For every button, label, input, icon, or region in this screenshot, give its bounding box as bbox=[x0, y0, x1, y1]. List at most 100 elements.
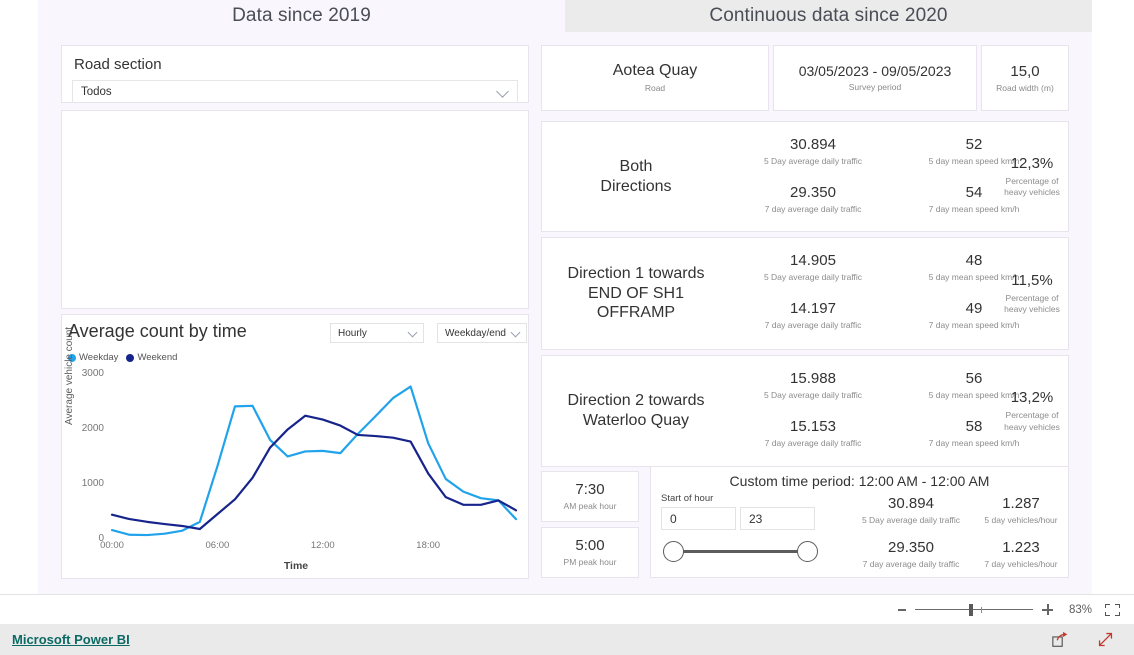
granularity-dropdown[interactable]: Hourly bbox=[330, 323, 424, 343]
metric-7day-adt: 15.153 7 day average daily traffic bbox=[720, 418, 906, 448]
metric-label: 5 Day average daily traffic bbox=[763, 390, 863, 400]
x-axis-tick: 18:00 bbox=[416, 540, 441, 551]
direction-card-2[interactable]: Direction 2 towards Waterloo Quay 15.988 … bbox=[541, 355, 1069, 467]
fit-to-page-icon[interactable] bbox=[1105, 603, 1120, 616]
metric-label: 5 Day average daily traffic bbox=[763, 156, 863, 166]
road-section-slicer: Road section Todos bbox=[61, 45, 529, 103]
peak-hour-label: PM peak hour bbox=[563, 557, 617, 568]
custom-time-period-card: Custom time period: 12:00 AM - 12:00 AM … bbox=[650, 466, 1069, 578]
heavy-pct-value: 12,3% bbox=[1010, 154, 1054, 172]
metric-7day-adt: 14.197 7 day average daily traffic bbox=[720, 300, 906, 330]
heavy-pct-label: Percentage of heavy vehicles bbox=[1004, 410, 1060, 432]
x-axis-label: Time bbox=[283, 560, 309, 572]
plus-icon[interactable] bbox=[1042, 604, 1053, 615]
slicer-title: Road section bbox=[74, 56, 162, 73]
minus-icon[interactable] bbox=[898, 608, 906, 611]
road-section-dropdown[interactable]: Todos bbox=[72, 80, 518, 103]
info-card-label: Road width (m) bbox=[996, 82, 1054, 93]
metric-7day-adt: 29.350 7 day average daily traffic bbox=[720, 184, 906, 214]
peak-hour-card-am[interactable]: 7:30 AM peak hour bbox=[541, 471, 639, 522]
map-visual-placeholder[interactable] bbox=[61, 110, 529, 309]
custom-metric-7day-vph: 1.223 7 day vehicles/hour bbox=[971, 539, 1071, 569]
report-footer: Microsoft Power BI bbox=[0, 624, 1134, 655]
peak-hour-label: AM peak hour bbox=[563, 501, 617, 512]
info-card-survey-period[interactable]: 03/05/2023 - 09/05/2023 Survey period bbox=[773, 45, 977, 111]
fullscreen-icon[interactable] bbox=[1097, 631, 1114, 648]
custom-period-title: Custom time period: 12:00 AM - 12:00 AM bbox=[729, 473, 990, 489]
heavy-vehicle-percentage: 11,5% Percentage of heavy vehicles bbox=[994, 238, 1070, 349]
info-card-value: Aotea Quay bbox=[612, 61, 698, 79]
tab-label-right: Continuous data since 2020 bbox=[709, 5, 948, 26]
metric-value: 14.905 bbox=[790, 252, 836, 269]
info-card-label: Road bbox=[644, 83, 666, 94]
tab-continuous-data-since-2020[interactable]: Continuous data since 2020 bbox=[565, 0, 1092, 32]
zoom-slider[interactable] bbox=[915, 603, 1033, 616]
heavy-pct-label: Percentage of heavy vehicles bbox=[1004, 292, 1060, 314]
heavy-pct-value: 13,2% bbox=[1010, 389, 1054, 407]
power-bi-report: Data since 2019 Continuous data since 20… bbox=[0, 0, 1134, 655]
chart-plot-area: Average vehicle count 0 1000 2000 3000 00:0… bbox=[62, 327, 530, 580]
direction-name: Both Directions bbox=[600, 157, 672, 195]
metric-label: 7 day average daily traffic bbox=[862, 559, 960, 569]
metric-value: 30.894 bbox=[888, 495, 934, 512]
info-card-label: Survey period bbox=[848, 82, 902, 93]
info-card-road[interactable]: Aotea Quay Road bbox=[541, 45, 769, 111]
legend-swatch-weekend bbox=[126, 353, 135, 362]
legend-label-weekend: Weekend bbox=[137, 352, 178, 363]
peak-hour-value: 5:00 bbox=[575, 537, 605, 555]
direction-name: Direction 2 towards Waterloo Quay bbox=[567, 392, 705, 429]
daytype-value: Weekday/end bbox=[445, 327, 506, 339]
zoom-slider-thumb[interactable] bbox=[969, 603, 973, 616]
chevron-down-icon bbox=[498, 86, 509, 97]
y-axis-tick: 1000 bbox=[81, 478, 104, 489]
metric-5day-adt: 14.905 5 Day average daily traffic bbox=[720, 252, 906, 282]
metric-label: 7 day average daily traffic bbox=[764, 438, 862, 448]
custom-metric-5day-vph: 1.287 5 day vehicles/hour bbox=[971, 495, 1071, 525]
metric-5day-adt: 30.894 5 Day average daily traffic bbox=[720, 136, 906, 166]
footer-actions bbox=[1052, 631, 1114, 648]
direction-card-both[interactable]: Both Directions 30.894 5 Day average dail… bbox=[541, 121, 1069, 232]
info-card-road-width[interactable]: 15,0 Road width (m) bbox=[981, 45, 1069, 111]
metric-value: 14.197 bbox=[790, 300, 836, 317]
metric-label: 7 day vehicles/hour bbox=[984, 559, 1058, 569]
y-axis-tick: 2000 bbox=[81, 423, 104, 434]
metric-label: 5 Day average daily traffic bbox=[861, 515, 961, 525]
metric-label: 7 day average daily traffic bbox=[764, 204, 862, 214]
metric-label: 5 day vehicles/hour bbox=[984, 515, 1058, 525]
x-axis-tick: 00:00 bbox=[100, 540, 124, 551]
start-hour-input[interactable]: 0 bbox=[661, 507, 736, 530]
info-card-value: 15,0 bbox=[1010, 62, 1040, 80]
zoom-slider-track bbox=[915, 608, 1033, 610]
metric-value: 15.153 bbox=[790, 418, 836, 435]
zoom-control: 83% bbox=[898, 603, 1120, 616]
legend-item-weekend[interactable]: Weekend bbox=[126, 352, 177, 363]
heavy-pct-value: 11,5% bbox=[1011, 271, 1053, 289]
end-hour-input[interactable]: 23 bbox=[740, 507, 815, 530]
chart-legend: Weekday Weekend bbox=[68, 352, 177, 363]
legend-item-weekday[interactable]: Weekday bbox=[68, 352, 118, 363]
heavy-pct-label: Percentage of heavy vehicles bbox=[1004, 175, 1060, 197]
power-bi-brand-link[interactable]: Microsoft Power BI bbox=[12, 632, 130, 647]
direction-name: Direction 1 towards END OF SH1 OFFRAMP bbox=[567, 265, 705, 322]
slider-handle-end[interactable] bbox=[797, 541, 818, 562]
slicer-selected-value: Todos bbox=[81, 85, 112, 98]
start-hour-value: 0 bbox=[670, 511, 677, 526]
tab-data-since-2019[interactable]: Data since 2019 bbox=[38, 0, 565, 32]
metric-5day-adt: 15.988 5 Day average daily traffic bbox=[720, 370, 906, 400]
tab-label-left: Data since 2019 bbox=[232, 5, 371, 26]
zoom-slider-tick bbox=[981, 606, 982, 613]
start-of-hour-label: Start of hour bbox=[661, 493, 714, 504]
y-axis-tick: 3000 bbox=[81, 368, 104, 379]
metric-value: 30.894 bbox=[790, 136, 836, 153]
peak-hour-card-pm[interactable]: 5:00 PM peak hour bbox=[541, 527, 639, 578]
direction-card-1[interactable]: Direction 1 towards END OF SH1 OFFRAMP 14.… bbox=[541, 237, 1069, 350]
custom-metric-7day-adt: 29.350 7 day average daily traffic bbox=[841, 539, 981, 569]
slider-handle-start[interactable] bbox=[663, 541, 684, 562]
heavy-vehicle-percentage: 13,2% Percentage of heavy vehicles bbox=[994, 356, 1070, 466]
daytype-dropdown[interactable]: Weekday/end bbox=[437, 323, 527, 343]
status-bar: 83% bbox=[0, 594, 1134, 624]
metric-label: 5 Day average daily traffic bbox=[763, 272, 863, 282]
hour-range-slider[interactable] bbox=[663, 541, 818, 563]
share-icon[interactable] bbox=[1052, 631, 1069, 648]
x-axis-tick: 12:00 bbox=[310, 540, 335, 551]
